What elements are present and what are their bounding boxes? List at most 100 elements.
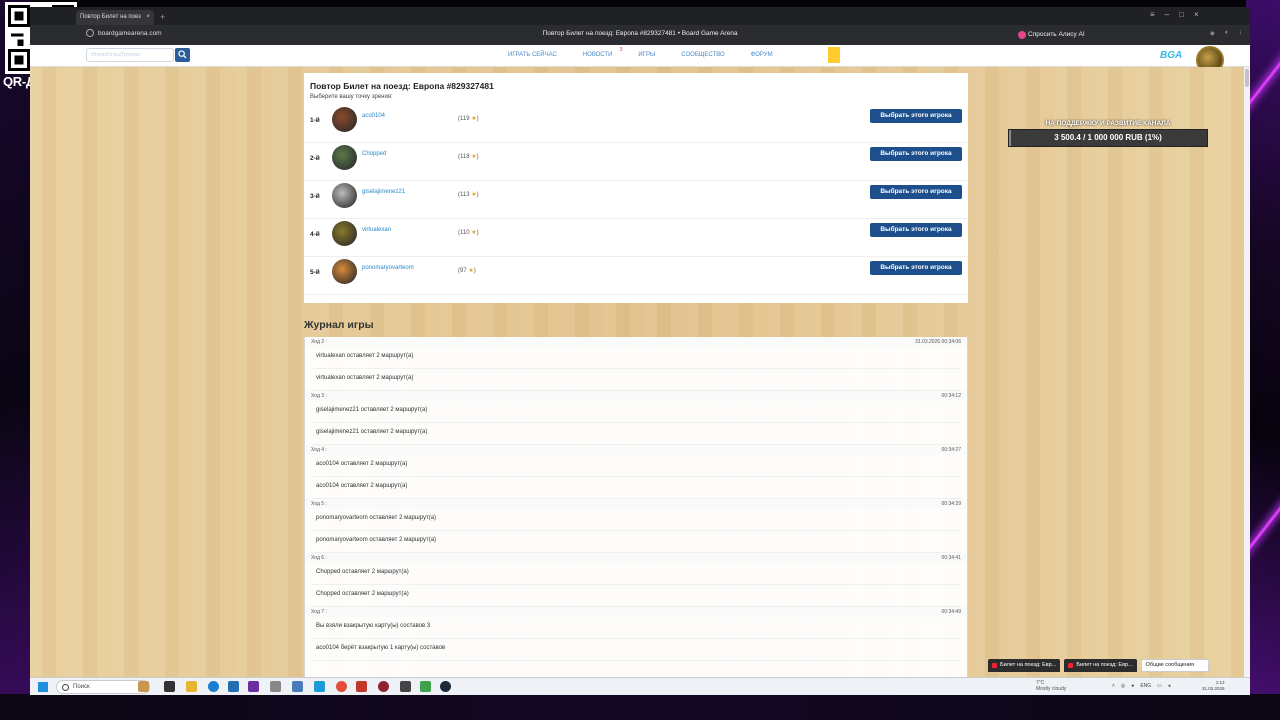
app-icon[interactable] bbox=[420, 681, 431, 692]
scrollbar-thumb[interactable] bbox=[1245, 69, 1249, 87]
choose-player-button[interactable]: Выбрать этого игрока bbox=[870, 109, 962, 123]
extension-shield-icon[interactable]: ◈ bbox=[1210, 29, 1215, 37]
bga-logo[interactable]: BGA bbox=[1160, 50, 1182, 61]
browser-window: Повтор Билет на поез × + ≡ – □ × boardga… bbox=[30, 7, 1250, 695]
steam-icon[interactable] bbox=[440, 681, 451, 692]
menu-play-now[interactable]: Играть сейчас bbox=[508, 52, 557, 58]
move-time: 00:34:29 bbox=[941, 501, 961, 507]
player-elo: (119 ★) bbox=[458, 116, 479, 122]
tray-chevron-icon[interactable]: ˄ bbox=[1112, 683, 1115, 689]
download-icon[interactable]: ↓ bbox=[1239, 29, 1242, 37]
file-explorer-icon[interactable] bbox=[186, 681, 197, 692]
chat-tab-general[interactable]: Общие сообщения bbox=[1140, 659, 1209, 672]
choose-player-button[interactable]: Выбрать этого игрока bbox=[870, 185, 962, 199]
menu-community[interactable]: Сообщество bbox=[681, 52, 724, 58]
tab-close-icon[interactable]: × bbox=[146, 10, 150, 25]
replay-subtitle: Выберите вашу точку зрения: bbox=[310, 94, 393, 100]
player-name[interactable]: virtualexan bbox=[362, 227, 391, 233]
maximize-button[interactable]: □ bbox=[1179, 10, 1184, 19]
calculator-icon[interactable] bbox=[292, 681, 303, 692]
taskbar: Поиск 7°C Mostly cloudy ˄ ◎ ● ENG ▭ ◂ 1:… bbox=[30, 677, 1250, 695]
tab-bar: Повтор Билет на поез × + ≡ – □ × bbox=[30, 7, 1250, 25]
close-window-button[interactable]: × bbox=[1194, 10, 1199, 19]
player-name[interactable]: ponomaryovarteom bbox=[362, 265, 414, 271]
log-entry: Chopped оставляет 2 маршрут(а) bbox=[311, 563, 961, 585]
choose-player-button[interactable]: Выбрать этого игрока bbox=[870, 261, 962, 275]
taskbar-search[interactable]: Поиск bbox=[56, 680, 150, 694]
player-avatar[interactable] bbox=[332, 221, 357, 246]
network-icon[interactable]: ▭ bbox=[1157, 683, 1162, 689]
game-log: Ход 2 : 31.03.2026 00:34:06 virtualexan ос… bbox=[304, 337, 968, 695]
app-icon[interactable] bbox=[270, 681, 281, 692]
player-name[interactable]: aco0104 bbox=[362, 113, 385, 119]
move-number: Ход 4 : bbox=[311, 447, 327, 453]
player-avatar[interactable] bbox=[332, 183, 357, 208]
log-move-header: Ход 2 : 31.03.2026 00:34:06 bbox=[305, 337, 967, 347]
obs-icon[interactable] bbox=[378, 681, 389, 692]
taskbar-clock[interactable]: 1:13 31.03.2026 bbox=[1202, 680, 1225, 692]
player-elo: (97 ★) bbox=[458, 268, 476, 274]
log-move-header: Ход 3 : 00:34:12 bbox=[305, 391, 967, 401]
browser-tab[interactable]: Повтор Билет на поез × bbox=[76, 10, 154, 25]
menu-forum[interactable]: Форум bbox=[751, 52, 773, 58]
player-row: 3-й giselajimenez21 (113 ★) Выбрать этого и… bbox=[304, 181, 968, 219]
alice-button[interactable]: Спросить Алису AI bbox=[1016, 28, 1089, 42]
extension-icon[interactable]: ◐ bbox=[1225, 29, 1229, 37]
search-input[interactable]: Игрок/Игры/Группы bbox=[86, 48, 174, 62]
tray-mic-icon[interactable]: ● bbox=[1131, 683, 1134, 689]
log-move-header: Ход 5 : 00:34:29 bbox=[305, 499, 967, 509]
yandex-browser-icon[interactable] bbox=[336, 681, 347, 692]
player-row: 5-й ponomaryovarteom (97 ★) Выбрать этого и… bbox=[304, 257, 968, 295]
clock-date: 31.03.2026 bbox=[1202, 686, 1225, 691]
move-number: Ход 2 : bbox=[311, 339, 327, 345]
edge-browser-icon[interactable] bbox=[208, 681, 219, 692]
player-name[interactable]: Chopped bbox=[362, 151, 386, 157]
news-badge: 3 bbox=[619, 47, 623, 53]
app-icon[interactable] bbox=[400, 681, 411, 692]
game-chat-icon bbox=[1068, 663, 1074, 668]
player-row: 1-й aco0104 (119 ★) Выбрать этого игрока bbox=[304, 105, 968, 143]
log-entry: giselajimenez21 оставляет 2 маршрут(а) bbox=[311, 401, 961, 423]
page-scrollbar[interactable] bbox=[1244, 67, 1250, 695]
player-rank: 4-й bbox=[310, 231, 320, 238]
language-indicator[interactable]: ENG bbox=[1140, 683, 1151, 689]
trophy-icon[interactable] bbox=[828, 47, 840, 63]
menu-games[interactable]: Игры bbox=[638, 52, 655, 58]
move-number: Ход 7 : bbox=[311, 609, 327, 615]
yandex-icon[interactable] bbox=[356, 681, 367, 692]
volume-icon[interactable]: ◂ bbox=[1168, 683, 1171, 689]
stream-background-left bbox=[0, 0, 30, 720]
window-controls: ≡ – □ × bbox=[1150, 10, 1199, 19]
choose-player-button[interactable]: Выбрать этого игрока bbox=[870, 223, 962, 237]
log-entry: Вы взяли взакрытую карту(ы) составов 3 bbox=[311, 617, 961, 639]
tray-app-icon[interactable]: ◎ bbox=[1121, 683, 1125, 689]
store-icon[interactable] bbox=[228, 681, 239, 692]
search-button[interactable] bbox=[175, 48, 190, 62]
minimize-button[interactable]: – bbox=[1165, 10, 1169, 19]
player-avatar[interactable] bbox=[332, 259, 357, 284]
move-time: 00:34:41 bbox=[941, 555, 961, 561]
move-time: 00:34:12 bbox=[941, 393, 961, 399]
task-view-icon[interactable] bbox=[164, 681, 175, 692]
player-name[interactable]: giselajimenez21 bbox=[362, 189, 405, 195]
weather-widget[interactable]: 7°C Mostly cloudy bbox=[1036, 680, 1066, 692]
log-entry: virtualexan оставляет 2 маршрут(а) bbox=[311, 369, 961, 391]
player-elo: (113 ★) bbox=[458, 192, 479, 198]
choose-player-button[interactable]: Выбрать этого игрока bbox=[870, 147, 962, 161]
app-icon[interactable] bbox=[314, 681, 325, 692]
player-rank: 5-й bbox=[310, 269, 320, 276]
app-icon[interactable] bbox=[248, 681, 259, 692]
player-avatar[interactable] bbox=[332, 107, 357, 132]
site-header: Игрок/Игры/Группы Играть сейчас Новости 3… bbox=[30, 45, 1250, 74]
player-row: 2-й Chopped (118 ★) Выбрать этого игрока bbox=[304, 143, 968, 181]
widget-icon[interactable] bbox=[138, 681, 149, 692]
new-tab-button[interactable]: + bbox=[160, 10, 165, 25]
chat-tab[interactable]: Билет на поезд: Евр... bbox=[988, 659, 1061, 672]
chat-tab[interactable]: Билет на поезд: Евр... bbox=[1064, 659, 1137, 672]
menu-news[interactable]: Новости 3 bbox=[583, 47, 623, 58]
tabs-menu-icon[interactable]: ≡ bbox=[1150, 10, 1155, 19]
browser-tools: ◈ ◐ ↓ bbox=[1210, 29, 1242, 37]
player-avatar[interactable] bbox=[332, 145, 357, 170]
player-rank: 1-й bbox=[310, 117, 320, 124]
windows-start-icon[interactable] bbox=[38, 682, 48, 692]
